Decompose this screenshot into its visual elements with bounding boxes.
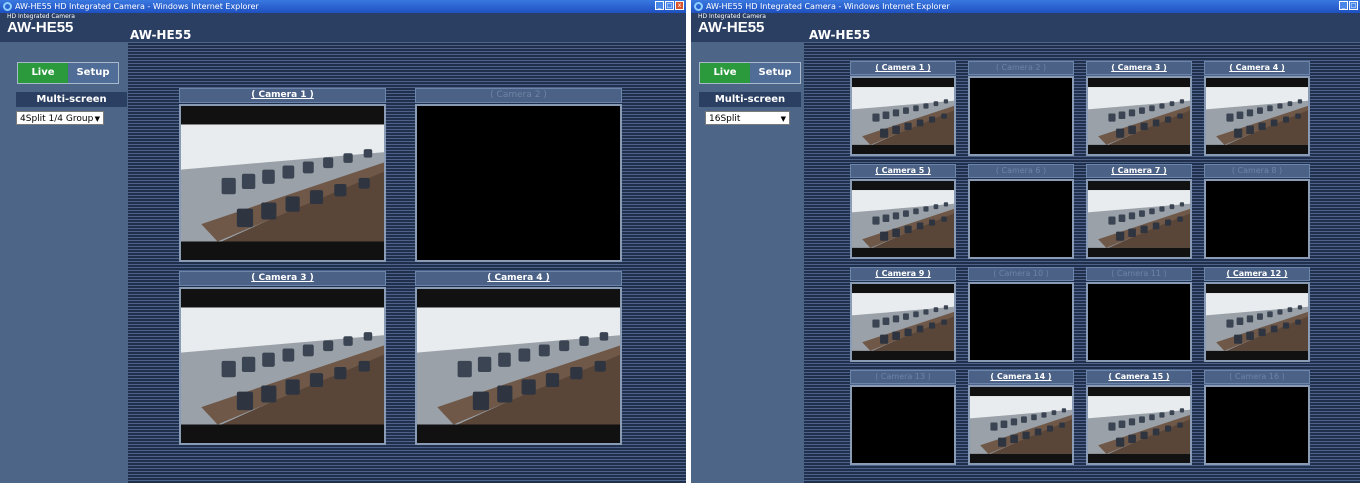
- camera-video-empty[interactable]: [415, 104, 622, 262]
- camera-tile: ( Camera 4 ): [1204, 61, 1310, 156]
- tab-setup[interactable]: Setup: [68, 63, 118, 83]
- camera-video-feed[interactable]: [179, 287, 386, 445]
- multiscreen-label: Multi-screen: [16, 92, 127, 107]
- camera-tile: ( Camera 3 ): [1086, 61, 1192, 156]
- camera-video-feed[interactable]: [850, 76, 956, 156]
- page-title: AW-HE55: [809, 28, 871, 42]
- camera-title-link[interactable]: ( Camera 14 ): [968, 370, 1074, 384]
- maximize-icon[interactable]: □: [665, 1, 674, 10]
- ie-icon: [694, 2, 703, 11]
- camera-video-empty[interactable]: [968, 282, 1074, 362]
- camera-title-link[interactable]: ( Camera 1 ): [179, 88, 386, 103]
- minimize-icon[interactable]: _: [655, 1, 664, 10]
- multiscreen-select-value: 16Split: [709, 114, 741, 124]
- camera-title-link[interactable]: ( Camera 6 ): [968, 164, 1074, 178]
- camera-tile: ( Camera 14 ): [968, 370, 1074, 465]
- camera-video-feed[interactable]: [850, 179, 956, 259]
- camera-grid: ( Camera 1 ) ( Camera 2 ) ( Camera 3 ) ( Ca…: [128, 42, 686, 483]
- camera-video-empty[interactable]: [1204, 179, 1310, 259]
- camera-tile: ( Camera 11 ): [1086, 267, 1192, 362]
- camera-tile: ( Camera 4 ): [415, 271, 622, 445]
- camera-tile: ( Camera 8 ): [1204, 164, 1310, 259]
- browser-window-left: AW-HE55 HD Integrated Camera - Windows I…: [0, 0, 686, 483]
- ie-icon: [3, 2, 12, 11]
- camera-tile: ( Camera 6 ): [968, 164, 1074, 259]
- camera-title-link[interactable]: ( Camera 13 ): [850, 370, 956, 384]
- camera-tile: ( Camera 2 ): [415, 88, 622, 262]
- page-title: AW-HE55: [130, 28, 192, 42]
- camera-title-link[interactable]: ( Camera 2 ): [968, 61, 1074, 75]
- camera-title-link[interactable]: ( Camera 10 ): [968, 267, 1074, 281]
- chevron-down-icon: ▼: [780, 115, 786, 123]
- camera-video-empty[interactable]: [968, 76, 1074, 156]
- multiscreen-select[interactable]: 4Split 1/4 Group ▼: [16, 111, 104, 125]
- multiscreen-select[interactable]: 16Split ▼: [705, 111, 790, 125]
- camera-tile: ( Camera 15 ): [1086, 370, 1192, 465]
- camera-video-feed[interactable]: [179, 104, 386, 262]
- sidebar: [691, 42, 804, 483]
- camera-video-feed[interactable]: [1086, 385, 1192, 465]
- camera-title-link[interactable]: ( Camera 2 ): [415, 88, 622, 103]
- camera-tile: ( Camera 1 ): [850, 61, 956, 156]
- maximize-icon[interactable]: □: [1349, 1, 1358, 10]
- window-title-bar: AW-HE55 HD Integrated Camera - Windows I…: [0, 0, 686, 13]
- window-title-bar: AW-HE55 HD Integrated Camera - Windows I…: [691, 0, 1360, 13]
- camera-title-link[interactable]: ( Camera 7 ): [1086, 164, 1192, 178]
- camera-video-feed[interactable]: [850, 282, 956, 362]
- camera-video-feed[interactable]: [968, 385, 1074, 465]
- camera-title-link[interactable]: ( Camera 8 ): [1204, 164, 1310, 178]
- tab-setup[interactable]: Setup: [750, 63, 800, 83]
- camera-video-feed[interactable]: [1086, 76, 1192, 156]
- camera-tile: ( Camera 5 ): [850, 164, 956, 259]
- multiscreen-label: Multi-screen: [699, 92, 801, 107]
- camera-video-empty[interactable]: [968, 179, 1074, 259]
- close-icon[interactable]: x: [675, 1, 684, 10]
- camera-tile: ( Camera 3 ): [179, 271, 386, 445]
- camera-video-empty[interactable]: [1204, 385, 1310, 465]
- window-title: AW-HE55 HD Integrated Camera - Windows I…: [15, 2, 259, 11]
- camera-video-empty[interactable]: [850, 385, 956, 465]
- camera-tile: ( Camera 10 ): [968, 267, 1074, 362]
- camera-title-link[interactable]: ( Camera 4 ): [1204, 61, 1310, 75]
- camera-tile: ( Camera 13 ): [850, 370, 956, 465]
- camera-tile: ( Camera 16 ): [1204, 370, 1310, 465]
- camera-tile: ( Camera 12 ): [1204, 267, 1310, 362]
- mode-tabs: Live Setup: [699, 62, 801, 84]
- window-title: AW-HE55 HD Integrated Camera - Windows I…: [706, 2, 950, 11]
- camera-tile: ( Camera 9 ): [850, 267, 956, 362]
- multiscreen-select-value: 4Split 1/4 Group: [20, 114, 94, 124]
- brand-logo: AW-HE55: [698, 19, 765, 36]
- brand-logo: AW-HE55: [7, 19, 74, 36]
- camera-video-feed[interactable]: [1204, 282, 1310, 362]
- camera-video-empty[interactable]: [1086, 282, 1192, 362]
- tab-live[interactable]: Live: [18, 63, 68, 83]
- camera-tile: ( Camera 7 ): [1086, 164, 1192, 259]
- camera-grid: ( Camera 1 ) ( Camera 2 ) ( Camera 3 ) ( Ca…: [804, 42, 1360, 483]
- camera-video-feed[interactable]: [415, 287, 622, 445]
- chevron-down-icon: ▼: [94, 115, 100, 123]
- camera-title-link[interactable]: ( Camera 16 ): [1204, 370, 1310, 384]
- camera-title-link[interactable]: ( Camera 11 ): [1086, 267, 1192, 281]
- camera-tile: ( Camera 2 ): [968, 61, 1074, 156]
- camera-title-link[interactable]: ( Camera 1 ): [850, 61, 956, 75]
- tab-live[interactable]: Live: [700, 63, 750, 83]
- camera-title-link[interactable]: ( Camera 4 ): [415, 271, 622, 286]
- minimize-icon[interactable]: _: [1339, 1, 1348, 10]
- camera-title-link[interactable]: ( Camera 3 ): [1086, 61, 1192, 75]
- camera-title-link[interactable]: ( Camera 12 ): [1204, 267, 1310, 281]
- camera-title-link[interactable]: ( Camera 9 ): [850, 267, 956, 281]
- camera-title-link[interactable]: ( Camera 5 ): [850, 164, 956, 178]
- mode-tabs: Live Setup: [17, 62, 119, 84]
- camera-title-link[interactable]: ( Camera 15 ): [1086, 370, 1192, 384]
- camera-tile: ( Camera 1 ): [179, 88, 386, 262]
- page-header: [691, 13, 1360, 42]
- camera-video-feed[interactable]: [1204, 76, 1310, 156]
- browser-window-right: AW-HE55 HD Integrated Camera - Windows I…: [691, 0, 1360, 483]
- page-header: [0, 13, 686, 42]
- sidebar: [0, 42, 128, 483]
- camera-title-link[interactable]: ( Camera 3 ): [179, 271, 386, 286]
- camera-video-feed[interactable]: [1086, 179, 1192, 259]
